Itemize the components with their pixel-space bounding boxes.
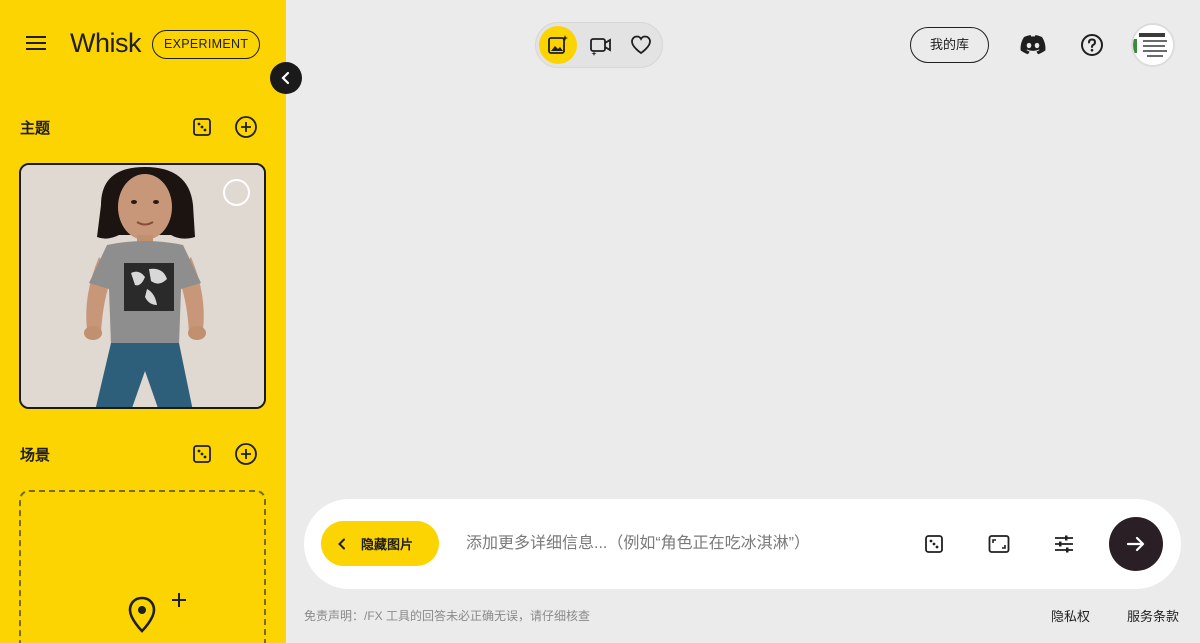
subject-image-card[interactable] [19, 163, 266, 409]
avatar-image [1133, 25, 1173, 65]
scene-section-title: 场景 [20, 447, 51, 464]
help-icon[interactable] [1079, 32, 1105, 58]
prompt-bar: 隐藏图片 [304, 499, 1181, 589]
privacy-link[interactable]: 隐私权 [1051, 606, 1090, 625]
location-pin-icon [128, 596, 156, 633]
settings-tune-icon[interactable] [1052, 533, 1076, 555]
experiment-badge: EXPERIMENT [152, 30, 261, 59]
scene-drop-zone[interactable] [19, 490, 266, 643]
chevron-left-icon [281, 71, 290, 85]
terms-link[interactable]: 服务条款 [1127, 606, 1179, 625]
random-prompt-dice-icon[interactable] [923, 533, 945, 555]
hide-images-label: 隐藏图片 [361, 537, 414, 552]
image-sparkle-icon [548, 35, 568, 54]
send-button[interactable] [1109, 517, 1163, 571]
add-plus-icon [172, 593, 186, 607]
mode-toggle-group [535, 22, 663, 68]
prompt-input[interactable] [466, 531, 896, 557]
hide-images-button[interactable]: 隐藏图片 [321, 521, 439, 566]
subject-add-icon[interactable] [234, 115, 258, 139]
scene-dice-icon[interactable] [191, 443, 213, 465]
disclaimer-text: 免责声明：/FX 工具的回答未必正确无误，请仔细核查 [304, 609, 591, 623]
select-circle-icon[interactable] [223, 179, 250, 206]
brand-logo: Whisk [70, 28, 142, 58]
user-avatar[interactable] [1131, 23, 1175, 67]
video-sparkle-icon [590, 38, 611, 56]
menu-icon[interactable] [26, 32, 52, 56]
arrow-right-icon [1126, 536, 1145, 552]
aspect-ratio-icon[interactable] [987, 533, 1011, 555]
subject-dice-icon[interactable] [191, 116, 213, 138]
subject-section-title: 主题 [20, 120, 51, 137]
my-library-button[interactable]: 我的库 [910, 27, 989, 63]
heart-icon [631, 35, 651, 55]
scene-add-icon[interactable] [234, 442, 258, 466]
discord-icon[interactable] [1018, 33, 1048, 57]
image-mode-button[interactable] [539, 26, 577, 64]
sidebar: Whisk EXPERIMENT 主题 场景 [0, 0, 286, 643]
chevron-left-icon [338, 538, 345, 549]
favorites-button[interactable] [622, 26, 660, 64]
video-mode-button[interactable] [581, 26, 619, 64]
collapse-sidebar-button[interactable] [270, 62, 302, 94]
